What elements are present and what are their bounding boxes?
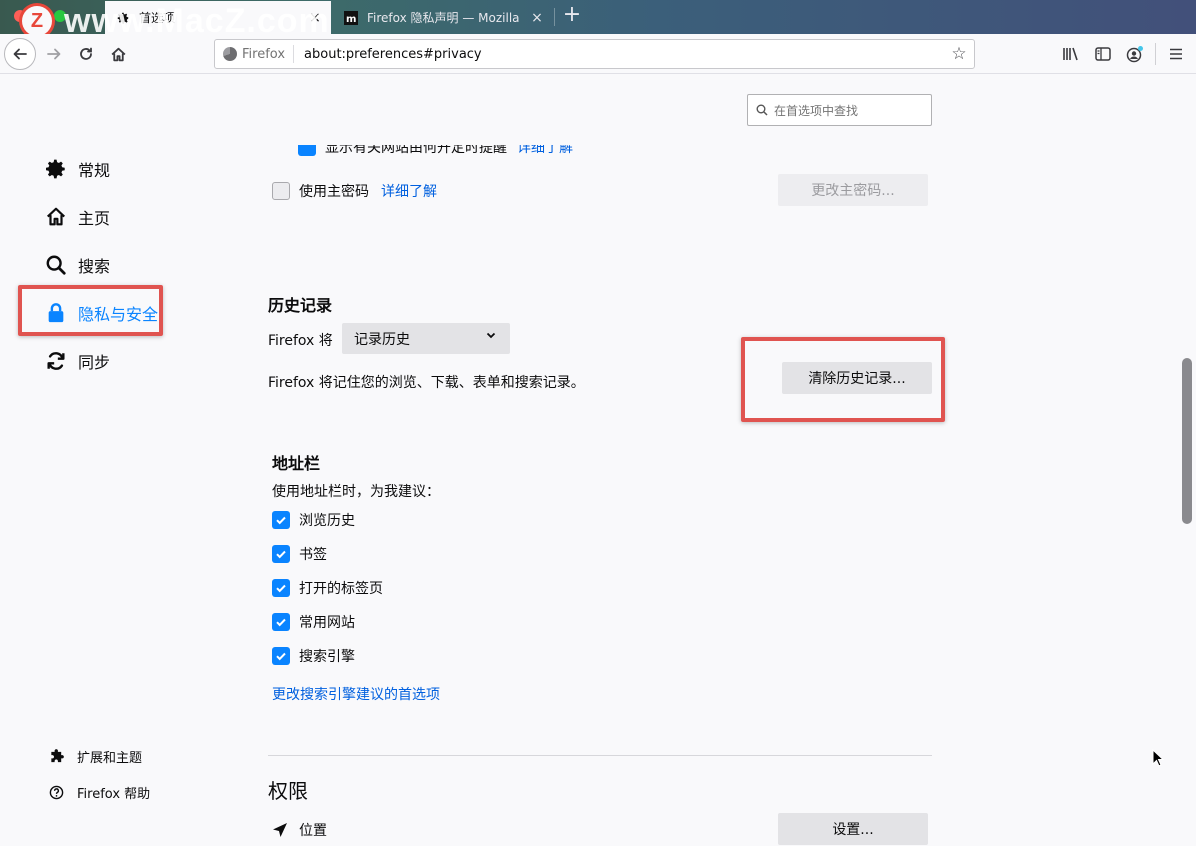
- location-label: 位置: [299, 823, 327, 839]
- preferences-search-input[interactable]: 在首选项中查找: [747, 94, 932, 126]
- section-divider: [268, 755, 932, 756]
- master-password-checkbox[interactable]: [272, 182, 290, 200]
- category-general[interactable]: 常规: [44, 154, 110, 184]
- suggest-bookmarks-option[interactable]: 书签: [272, 544, 327, 564]
- annotation-highlight-privacy: [18, 285, 163, 336]
- reload-icon: [80, 47, 92, 60]
- home-button[interactable]: [104, 40, 132, 68]
- arrow-left-icon: [13, 48, 27, 60]
- tab-strip: 首选项 × m Firefox 隐私声明 — Mozilla × + Z www…: [0, 0, 1196, 40]
- change-master-password-button[interactable]: 更改主密码...: [778, 174, 928, 206]
- bookmark-star-icon[interactable]: ☆: [944, 44, 974, 64]
- history-mode-select[interactable]: 记录历史: [342, 323, 510, 354]
- suggest-history-option[interactable]: 浏览历史: [272, 510, 355, 530]
- learn-more-link[interactable]: 详细了解: [517, 145, 573, 157]
- category-label: 主页: [78, 209, 111, 228]
- history-mode-value: 记录历史: [354, 331, 410, 348]
- forward-button[interactable]: [40, 40, 68, 68]
- identity-box[interactable]: Firefox: [215, 45, 295, 63]
- category-sync[interactable]: 同步: [44, 346, 110, 376]
- mozilla-m-icon: m: [343, 10, 359, 26]
- suggest-top-sites-option[interactable]: 常用网站: [272, 612, 355, 632]
- sidebar-button[interactable]: [1087, 40, 1119, 68]
- puzzle-icon: [48, 748, 64, 764]
- sync-icon: [44, 349, 68, 373]
- category-search[interactable]: 搜索: [44, 250, 110, 280]
- checkbox-checked-icon[interactable]: [298, 145, 316, 156]
- account-button[interactable]: [1119, 40, 1151, 68]
- permissions-heading: 权限: [268, 779, 308, 803]
- location-settings-button[interactable]: 设置...: [778, 813, 928, 845]
- toolbar-separator: [1155, 43, 1156, 65]
- new-tab-button[interactable]: +: [560, 4, 584, 28]
- firefox-help-link[interactable]: Firefox 帮助: [48, 782, 150, 802]
- watermark-logo: Z: [22, 6, 52, 36]
- library-button[interactable]: [1055, 40, 1087, 68]
- home-icon: [111, 47, 125, 61]
- cutoff-checkbox-row: 显示有关网站由何开定时提醒 详细了解: [298, 145, 573, 159]
- firefox-will-label: Firefox 将: [268, 333, 333, 349]
- tab-title: Firefox 隐私声明 — Mozilla: [367, 11, 520, 25]
- footer-label: Firefox 帮助: [77, 786, 151, 802]
- preferences-content: 在首选项中查找 常规 主页 搜索 隐私与安全 同步 扩展和主题 Firefox …: [0, 75, 1196, 846]
- location-permission-row: 位置: [272, 820, 327, 840]
- checkbox-checked-icon[interactable]: [272, 511, 290, 529]
- footer-label: 扩展和主题: [77, 750, 143, 766]
- navigation-toolbar: Firefox about:preferences#privacy ☆: [0, 34, 1196, 74]
- category-label: 常规: [78, 161, 111, 180]
- category-label: 搜索: [78, 257, 111, 276]
- chevron-down-icon: [486, 330, 496, 343]
- sidebar-icon: [1095, 47, 1111, 61]
- url-text[interactable]: about:preferences#privacy: [294, 47, 944, 62]
- home-icon: [44, 205, 68, 229]
- search-icon: [756, 104, 768, 116]
- option-label: 打开的标签页: [299, 581, 383, 597]
- suggest-search-engines-option[interactable]: 搜索引擎: [272, 646, 355, 666]
- checkbox-checked-icon[interactable]: [272, 647, 290, 665]
- tab-privacy-notice[interactable]: m Firefox 隐私声明 — Mozilla ×: [333, 1, 553, 34]
- option-label: 浏览历史: [299, 513, 355, 529]
- annotation-highlight-clear-history: [741, 337, 945, 422]
- master-password-learn-more-link[interactable]: 详细了解: [381, 181, 437, 201]
- extensions-themes-link[interactable]: 扩展和主题: [48, 746, 142, 766]
- hamburger-menu-icon: [1170, 48, 1182, 60]
- firefox-logo-icon: [223, 47, 237, 61]
- address-bar-heading: 地址栏: [272, 454, 321, 473]
- history-heading: 历史记录: [268, 296, 333, 315]
- url-bar[interactable]: Firefox about:preferences#privacy ☆: [214, 39, 975, 69]
- suggest-open-tabs-option[interactable]: 打开的标签页: [272, 578, 383, 598]
- category-home[interactable]: 主页: [44, 202, 110, 232]
- checkbox-checked-icon[interactable]: [272, 579, 290, 597]
- back-button[interactable]: [4, 38, 36, 70]
- history-description: Firefox 将记住您的浏览、下载、表单和搜索记录。: [268, 375, 585, 391]
- option-label: 常用网站: [299, 615, 355, 631]
- option-label: 搜索引擎: [299, 649, 355, 665]
- search-placeholder: 在首选项中查找: [774, 103, 859, 118]
- location-arrow-icon: [272, 822, 290, 838]
- checkbox-checked-icon[interactable]: [272, 613, 290, 631]
- vertical-scrollbar[interactable]: [1182, 358, 1192, 524]
- change-search-suggestions-link[interactable]: 更改搜索引擎建议的首选项: [272, 684, 440, 704]
- svg-text:m: m: [346, 14, 356, 25]
- arrow-right-icon: [47, 48, 61, 60]
- gear-icon: [44, 157, 68, 181]
- library-icon: [1063, 47, 1078, 61]
- help-icon: [48, 784, 64, 800]
- checkbox-checked-icon[interactable]: [272, 545, 290, 563]
- address-bar-subtitle: 使用地址栏时，为我建议：: [272, 484, 440, 500]
- identity-label: Firefox: [242, 46, 286, 62]
- account-icon: [1126, 46, 1143, 63]
- mouse-cursor-icon: [1152, 748, 1165, 771]
- reload-button[interactable]: [72, 40, 100, 68]
- tab-separator: [554, 8, 555, 26]
- close-tab-icon[interactable]: ×: [527, 10, 547, 26]
- option-label: 书签: [299, 547, 327, 563]
- master-password-row: 使用主密码 详细了解: [272, 181, 437, 201]
- search-icon: [44, 253, 68, 277]
- category-label: 同步: [78, 353, 111, 372]
- menu-button[interactable]: [1160, 40, 1192, 68]
- master-password-label: 使用主密码: [299, 184, 369, 200]
- cutoff-row-label: 显示有关网站由何开定时提醒: [325, 145, 507, 156]
